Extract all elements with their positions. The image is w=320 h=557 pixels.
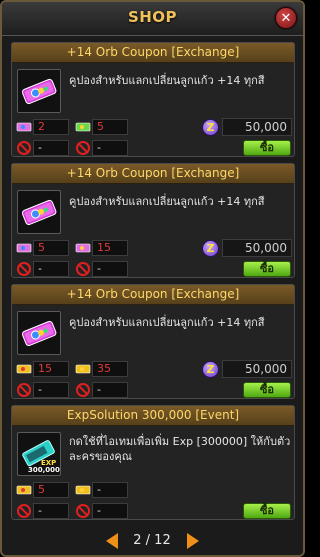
restriction-value-1: - — [33, 140, 69, 156]
item-header: +14 Orb Coupon [Exchange] — [12, 164, 294, 184]
required-quantity-1: 5 — [33, 482, 69, 498]
buy-button[interactable]: ซื้อ — [243, 261, 291, 277]
restriction-value-1: - — [33, 382, 69, 398]
item-name: +14 Orb Coupon [Exchange] — [66, 287, 240, 301]
exp-icon-amount: 300,000 — [28, 466, 60, 474]
item-description: คูปองสำหรับแลกเปลี่ยนลูกแก้ว +14 ทุกสี — [69, 195, 265, 208]
item-description: คูปองสำหรับแลกเปลี่ยนลูกแก้ว +14 ทุกสี — [69, 74, 265, 87]
ticket-icon — [75, 362, 91, 376]
prohibited-icon — [76, 504, 90, 518]
title-bar[interactable]: SHOP ✕ — [2, 2, 303, 36]
required-quantity-1: 5 — [33, 240, 69, 256]
required-quantity-2: 5 — [92, 119, 128, 135]
prohibited-icon — [76, 141, 90, 155]
ticket-icon — [16, 120, 32, 134]
item-price: 50,000 — [222, 118, 292, 136]
close-icon[interactable]: ✕ — [275, 7, 297, 29]
required-quantity-2: - — [92, 482, 128, 498]
prohibited-icon — [17, 141, 31, 155]
ticket-icon — [75, 120, 91, 134]
z-coin-icon: Z — [202, 119, 219, 136]
exp-potion-icon[interactable]: EXP 300,000 — [17, 432, 61, 476]
item-name: ExpSolution 300,000 [Event] — [66, 408, 240, 422]
ticket-icon — [75, 483, 91, 497]
ticket-icon — [16, 362, 32, 376]
pagination: 2 / 12 — [2, 526, 303, 554]
prohibited-icon — [17, 383, 31, 397]
prohibited-icon — [17, 262, 31, 276]
required-quantity-1: 2 — [33, 119, 69, 135]
orb-coupon-icon[interactable] — [17, 311, 61, 355]
shop-item: ExpSolution 300,000 [Event] EXP 300,000 … — [11, 405, 295, 520]
ticket-icon — [16, 241, 32, 255]
restriction-value-2: - — [92, 261, 128, 277]
prohibited-icon — [76, 383, 90, 397]
restriction-value-2: - — [92, 503, 128, 519]
buy-button[interactable]: ซื้อ — [243, 503, 291, 519]
ticket-icon — [75, 241, 91, 255]
required-quantity-2: 35 — [92, 361, 128, 377]
restriction-value-1: - — [33, 261, 69, 277]
required-quantity-2: 15 — [92, 240, 128, 256]
prohibited-icon — [17, 504, 31, 518]
shop-item: +14 Orb Coupon [Exchange] คูปองสำหรับแลก… — [11, 284, 295, 399]
shop-item: +14 Orb Coupon [Exchange] คูปองสำหรับแลก… — [11, 163, 295, 278]
z-coin-icon: Z — [202, 361, 219, 378]
item-header: +14 Orb Coupon [Exchange] — [12, 43, 294, 63]
next-page-icon[interactable] — [187, 533, 199, 549]
window-title: SHOP — [127, 8, 178, 26]
shop-window: SHOP ✕ +14 Orb Coupon [Exchange] คูปองสำ… — [0, 0, 305, 557]
item-name: +14 Orb Coupon [Exchange] — [66, 45, 240, 59]
ticket-icon — [16, 483, 32, 497]
previous-page-icon[interactable] — [106, 533, 118, 549]
restriction-value-2: - — [92, 140, 128, 156]
orb-coupon-icon[interactable] — [17, 69, 61, 113]
item-header: ExpSolution 300,000 [Event] — [12, 406, 294, 426]
item-header: +14 Orb Coupon [Exchange] — [12, 285, 294, 305]
item-description: กดใช้ที่ไอเทมเพื่อเพิ่ม Exp [300000] ให้… — [69, 435, 291, 463]
z-coin-icon: Z — [202, 240, 219, 257]
item-price: 50,000 — [222, 360, 292, 378]
item-price: 50,000 — [222, 239, 292, 257]
item-name: +14 Orb Coupon [Exchange] — [66, 166, 240, 180]
restriction-value-1: - — [33, 503, 69, 519]
orb-coupon-icon[interactable] — [17, 190, 61, 234]
restriction-value-2: - — [92, 382, 128, 398]
prohibited-icon — [76, 262, 90, 276]
required-quantity-1: 15 — [33, 361, 69, 377]
buy-button[interactable]: ซื้อ — [243, 140, 291, 156]
item-description: คูปองสำหรับแลกเปลี่ยนลูกแก้ว +14 ทุกสี — [69, 316, 265, 329]
shop-item: +14 Orb Coupon [Exchange] คูปองสำหรับแลก… — [11, 42, 295, 157]
page-indicator: 2 / 12 — [133, 533, 171, 548]
buy-button[interactable]: ซื้อ — [243, 382, 291, 398]
